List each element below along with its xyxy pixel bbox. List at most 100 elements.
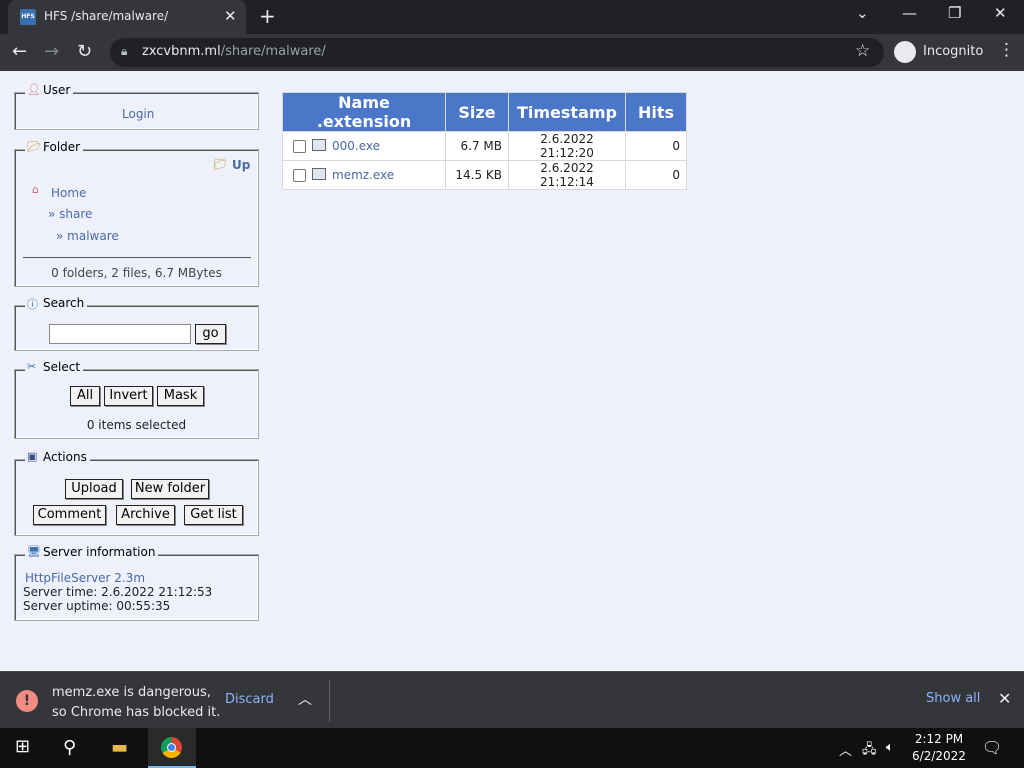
- file-link[interactable]: 000.exe: [332, 139, 380, 153]
- col-hits-header[interactable]: Hits: [626, 93, 686, 131]
- windows-taskbar: ⊞ ⚲ ▬ ︿ 🖧︎ 🔈︎ 2:12 PM 6/2/2022 🗨︎: [0, 728, 1024, 768]
- show-all-button[interactable]: Show all: [926, 691, 980, 706]
- server-version-link[interactable]: HttpFileServer 2.3m: [25, 571, 145, 585]
- login-link[interactable]: Login: [122, 107, 154, 121]
- hfs-page: 👤︎ User Login 📂︎ Folder 📁︎ Up ⌂ Home » sha…: [0, 71, 1024, 671]
- discard-button[interactable]: Discard: [225, 692, 274, 707]
- minimize-icon[interactable]: —: [902, 4, 917, 22]
- search-go-button[interactable]: go: [195, 324, 226, 344]
- server-info-panel: 🖥︎ Server information HttpFileServer 2.3m…: [14, 545, 259, 621]
- browser-tab[interactable]: HFS HFS /share/malware/ ✕: [8, 0, 246, 34]
- breadcrumb-share[interactable]: » share: [48, 207, 92, 221]
- invert-button[interactable]: Invert: [104, 386, 153, 406]
- file-list-header: Name .extension Size Timestamp Hits: [283, 93, 686, 131]
- exe-file-icon: [312, 139, 326, 151]
- scissors-icon: ✂: [27, 360, 37, 373]
- folder-panel: 📂︎ Folder 📁︎ Up ⌂ Home » share » malware …: [14, 140, 259, 287]
- menu-kebab-icon[interactable]: ⋮: [998, 40, 1015, 60]
- bookmark-star-icon[interactable]: ☆: [855, 41, 870, 61]
- download-bar: ! memz.exe is dangerous, so Chrome has b…: [0, 671, 1024, 728]
- windows-start-icon[interactable]: ⊞: [15, 736, 30, 757]
- select-all-button[interactable]: All: [70, 386, 100, 406]
- folder-summary: 0 folders, 2 files, 6.7 MBytes: [51, 266, 222, 280]
- close-download-bar-icon[interactable]: ✕: [998, 689, 1011, 708]
- new-tab-icon[interactable]: +: [259, 4, 276, 28]
- row-checkbox[interactable]: [293, 169, 306, 182]
- tab-close-icon[interactable]: ✕: [224, 7, 237, 25]
- actions-legend: ▣ Actions: [25, 450, 90, 464]
- tab-search-chevron-icon[interactable]: ⌄: [856, 4, 869, 22]
- get-list-button[interactable]: Get list: [184, 505, 243, 525]
- home-icon: ⌂: [32, 183, 39, 196]
- folder-divider: [23, 257, 251, 258]
- hfs-favicon-icon: HFS: [20, 9, 36, 25]
- select-panel: ✂ Select All Invert Mask 0 items selected: [14, 360, 259, 439]
- comment-button[interactable]: Comment: [33, 505, 106, 525]
- forward-icon[interactable]: →: [44, 41, 59, 62]
- chevron-up-icon[interactable]: ︿: [298, 689, 312, 709]
- col-timestamp-header[interactable]: Timestamp: [509, 93, 625, 131]
- user-icon: 👤︎: [27, 83, 41, 96]
- new-folder-button[interactable]: New folder: [131, 479, 209, 499]
- table-row: memz.exe 14.5 KB 2.6.2022 21:12:14 0: [283, 161, 686, 189]
- download-separator: [329, 680, 330, 722]
- file-timestamp: 2.6.2022 21:12:14: [509, 161, 625, 189]
- lock-icon[interactable]: 🔒︎: [121, 44, 127, 59]
- incognito-icon: [894, 41, 916, 63]
- incognito-badge[interactable]: Incognito: [892, 38, 984, 67]
- taskbar-clock[interactable]: 2:12 PM 6/2/2022: [910, 731, 968, 765]
- file-hits: 0: [626, 161, 686, 189]
- up-link[interactable]: Up: [232, 158, 250, 172]
- network-icon[interactable]: 🖧︎: [862, 740, 877, 762]
- help-icon: ⓘ: [27, 298, 38, 311]
- browser-toolbar: ← → ↻ 🔒︎ zxcvbnm.ml/share/malware/ ☆ Inc…: [0, 34, 1024, 71]
- file-size: 14.5 KB: [446, 161, 508, 189]
- search-icon[interactable]: ⚲: [63, 737, 76, 758]
- chrome-icon-center: [167, 743, 176, 752]
- error-icon: !: [16, 690, 38, 712]
- up-folder-icon[interactable]: 📁︎: [213, 158, 227, 171]
- file-timestamp: 2.6.2022 21:12:20: [509, 132, 625, 160]
- file-size: 6.7 MB: [446, 132, 508, 160]
- download-warning-text: memz.exe is dangerous, so Chrome has blo…: [52, 685, 221, 720]
- server-uptime: Server uptime: 00:55:35: [23, 599, 171, 613]
- server-info-legend: 🖥︎ Server information: [25, 545, 159, 559]
- chrome-taskbar-button[interactable]: [148, 728, 196, 768]
- search-input[interactable]: [49, 324, 191, 344]
- actions-panel: ▣ Actions Upload New folder Comment Archi…: [14, 450, 259, 536]
- user-legend: 👤︎ User: [25, 83, 74, 97]
- tab-strip: HFS HFS /share/malware/ ✕ + ⌄ — ❐ ✕: [0, 0, 1024, 34]
- file-link[interactable]: memz.exe: [332, 168, 394, 182]
- server-time: Server time: 2.6.2022 21:12:53: [23, 585, 213, 599]
- notifications-icon[interactable]: 🗨︎: [982, 738, 1002, 757]
- user-panel: 👤︎ User Login: [14, 83, 259, 130]
- tab-title: HFS /share/malware/: [44, 9, 169, 23]
- search-legend: ⓘ Search: [25, 296, 88, 312]
- file-list-table: Name .extension Size Timestamp Hits 000.…: [282, 92, 687, 190]
- tray-chevron-up-icon[interactable]: ︿: [839, 740, 852, 759]
- row-checkbox[interactable]: [293, 140, 306, 153]
- select-legend: ✂ Select: [25, 360, 84, 374]
- search-panel: ⓘ Search go: [14, 296, 259, 351]
- table-row: 000.exe 6.7 MB 2.6.2022 21:12:20 0: [283, 132, 686, 160]
- back-icon[interactable]: ←: [12, 41, 27, 62]
- reload-icon[interactable]: ↻: [77, 41, 92, 62]
- volume-icon[interactable]: 🔈︎: [886, 740, 894, 755]
- file-explorer-icon[interactable]: ▬: [111, 737, 128, 758]
- upload-button[interactable]: Upload: [65, 479, 123, 499]
- selected-count: 0 items selected: [86, 418, 187, 432]
- col-name-header[interactable]: Name .extension: [283, 93, 445, 131]
- close-window-icon[interactable]: ✕: [994, 4, 1007, 22]
- col-size-header[interactable]: Size: [446, 93, 508, 131]
- folder-legend: 📂︎ Folder: [25, 140, 84, 154]
- archive-button[interactable]: Archive: [116, 505, 175, 525]
- file-hits: 0: [626, 132, 686, 160]
- breadcrumb-home[interactable]: Home: [51, 186, 86, 200]
- breadcrumb-malware[interactable]: » malware: [56, 229, 119, 243]
- exe-file-icon: [312, 168, 326, 180]
- restore-icon[interactable]: ❐: [948, 4, 961, 22]
- address-bar[interactable]: 🔒︎ zxcvbnm.ml/share/malware/ ☆: [110, 38, 884, 67]
- mask-button[interactable]: Mask: [157, 386, 204, 406]
- folder-icon: 📂︎: [27, 140, 41, 153]
- floppy-disk-icon: ▣: [27, 450, 38, 463]
